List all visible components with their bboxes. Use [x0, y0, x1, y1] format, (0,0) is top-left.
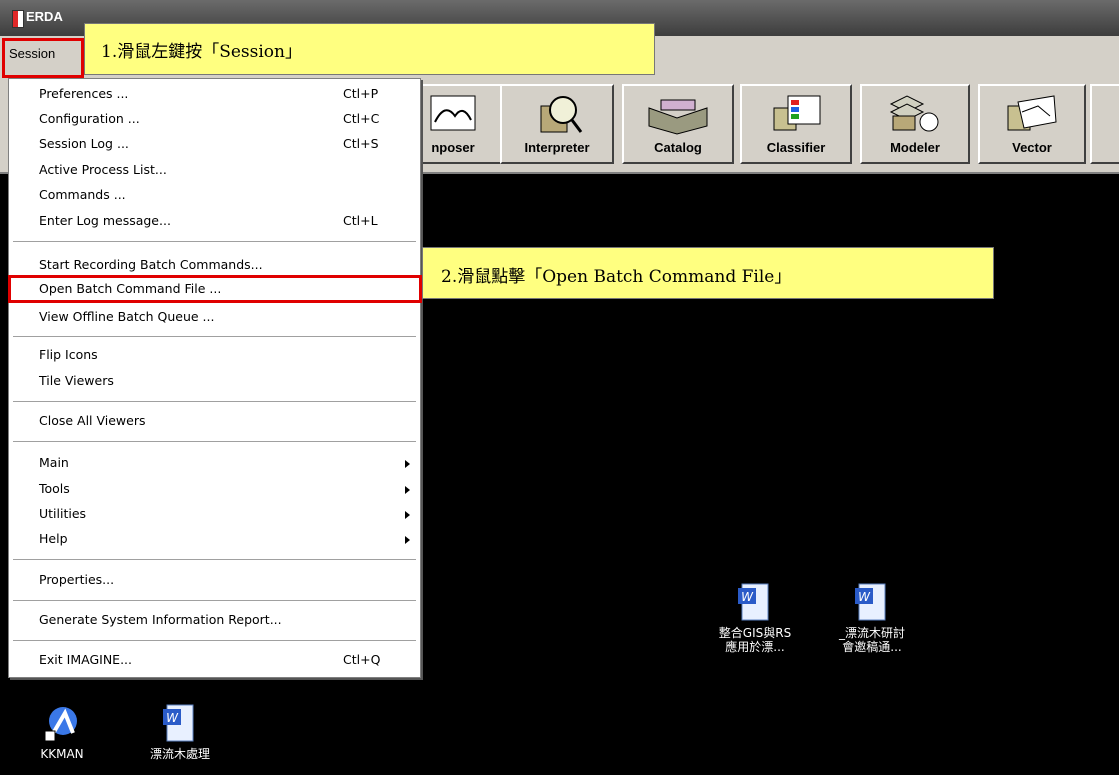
- menu-item-label: Configuration ...: [39, 111, 140, 126]
- menu-item-view-offline-batch-queue[interactable]: View Offline Batch Queue ...: [39, 306, 412, 328]
- menu-item-label: Utilities: [39, 506, 87, 521]
- menu-item-generate-system-report[interactable]: Generate System Information Report...: [39, 609, 412, 631]
- submenu-arrow-icon: [405, 536, 410, 544]
- menu-item-label: Help: [39, 531, 68, 546]
- submenu-arrow-icon: [405, 460, 410, 468]
- desktop-icon-kkman[interactable]: KKMAN: [2, 703, 122, 761]
- callout-step1: 1.滑鼠左鍵按「Session」: [84, 23, 655, 75]
- menu-item-label: Start Recording Batch Commands...: [39, 257, 263, 272]
- menu-item-shortcut: Ctl+Q: [343, 652, 381, 667]
- menu-item-tile-viewers[interactable]: Tile Viewers: [39, 370, 412, 392]
- desktop-icon-gis-rs-doc[interactable]: W 整合GIS與RS 應用於漂...: [695, 582, 815, 654]
- menu-item-label: Generate System Information Report...: [39, 612, 282, 627]
- menu-item-label: Session Log ...: [39, 136, 129, 151]
- vector-button[interactable]: Vector: [978, 84, 1086, 164]
- menu-item-label: Tools: [39, 481, 70, 496]
- menu-item-label: Enter Log message...: [39, 213, 171, 228]
- desktop-icon-label: _漂流木研討: [838, 626, 905, 640]
- composer-icon: [430, 95, 476, 131]
- vector-label: Vector: [1012, 140, 1052, 155]
- menu-item-label: View Offline Batch Queue ...: [39, 309, 215, 324]
- menu-separator: [13, 640, 416, 641]
- word-document-icon: W: [163, 704, 194, 742]
- menu-item-label: Active Process List...: [39, 162, 167, 177]
- menu-item-label: Properties...: [39, 572, 115, 587]
- menu-item-shortcut: Ctl+S: [343, 136, 379, 151]
- menu-item-label: Preferences ...: [39, 86, 129, 101]
- menu-separator: [13, 336, 416, 337]
- desktop-icon-driftwood-seminar-doc[interactable]: W _漂流木研討 會邀稿通...: [812, 582, 932, 654]
- desktop-icon-label: 應用於漂...: [725, 640, 785, 654]
- callout-step2-text: 2.滑鼠點擊「Open Batch Command File」: [441, 267, 792, 287]
- menu-item-flip-icons[interactable]: Flip Icons: [39, 344, 412, 366]
- modeler-button[interactable]: Modeler: [860, 84, 970, 164]
- session-highlight-box: [2, 38, 84, 78]
- desktop-icon-label: 漂流木處理: [149, 747, 210, 761]
- open-batch-highlight-box: [8, 275, 422, 303]
- menu-item-active-process-list[interactable]: Active Process List...: [39, 159, 412, 181]
- interpreter-icon: [540, 96, 583, 133]
- menu-item-label: Tile Viewers: [39, 373, 114, 388]
- modeler-label: Modeler: [890, 140, 940, 155]
- menu-item-start-recording-batch[interactable]: Start Recording Batch Commands...: [39, 254, 412, 276]
- menu-item-session-log[interactable]: Session Log ... Ctl+S: [39, 133, 412, 155]
- menu-separator: [13, 559, 416, 560]
- window-title: ERDA: [26, 9, 63, 24]
- menu-item-label: Close All Viewers: [39, 413, 146, 428]
- catalog-icon: [648, 99, 708, 135]
- interpreter-label: Interpreter: [524, 140, 590, 155]
- callout-step1-text: 1.滑鼠左鍵按「Session」: [101, 42, 302, 62]
- menu-item-properties[interactable]: Properties...: [39, 569, 412, 591]
- kkman-app-icon: [44, 707, 77, 742]
- desktop-icon-label: 會邀稿通...: [842, 640, 902, 654]
- menu-separator: [13, 600, 416, 601]
- menu-item-label: Exit IMAGINE...: [39, 652, 132, 667]
- menu-separator: [13, 241, 416, 242]
- menu-separator: [13, 401, 416, 402]
- submenu-arrow-icon: [405, 511, 410, 519]
- vector-icon: [1007, 95, 1057, 131]
- app-logo-icon: [12, 10, 24, 28]
- menu-item-shortcut: Ctl+P: [343, 86, 379, 101]
- session-dropdown-menu: Preferences ... Ctl+P Configuration ... Ct…: [8, 78, 421, 678]
- menu-item-main[interactable]: Main: [39, 452, 412, 474]
- svg-text:W: W: [741, 590, 754, 604]
- classifier-icon: [773, 95, 821, 131]
- menu-item-label: Main: [39, 455, 69, 470]
- menu-item-commands[interactable]: Commands ...: [39, 184, 412, 206]
- callout-step2: 2.滑鼠點擊「Open Batch Command File」: [422, 247, 994, 299]
- menu-item-preferences[interactable]: Preferences ... Ctl+P: [39, 83, 412, 105]
- catalog-button[interactable]: Catalog: [622, 84, 734, 164]
- svg-text:W: W: [166, 711, 179, 725]
- menu-item-label: Flip Icons: [39, 347, 98, 362]
- submenu-arrow-icon: [405, 486, 410, 494]
- menu-separator: [13, 441, 416, 442]
- menu-item-shortcut: Ctl+C: [343, 111, 380, 126]
- menu-item-tools[interactable]: Tools: [39, 478, 412, 500]
- svg-text:W: W: [858, 590, 871, 604]
- desktop-icon-label: 整合GIS與RS: [718, 626, 792, 640]
- classifier-label: Classifier: [766, 140, 826, 155]
- menu-item-utilities[interactable]: Utilities: [39, 503, 412, 525]
- menu-item-help[interactable]: Help: [39, 528, 412, 550]
- menu-item-close-all-viewers[interactable]: Close All Viewers: [39, 410, 412, 432]
- word-document-icon: W: [855, 583, 886, 621]
- partial-toolbar-button[interactable]: [1090, 84, 1119, 164]
- word-document-icon: W: [738, 583, 769, 621]
- menu-item-configuration[interactable]: Configuration ... Ctl+C: [39, 108, 412, 130]
- modeler-icon: [889, 95, 939, 132]
- menu-item-shortcut: Ctl+L: [343, 213, 378, 228]
- menu-item-label: Commands ...: [39, 187, 126, 202]
- catalog-label: Catalog: [654, 140, 702, 155]
- menu-item-exit-imagine[interactable]: Exit IMAGINE... Ctl+Q: [39, 649, 412, 671]
- classifier-button[interactable]: Classifier: [740, 84, 852, 164]
- desktop-icon-driftwood-processing-doc[interactable]: W 漂流木處理: [120, 703, 240, 761]
- menu-item-enter-log-message[interactable]: Enter Log message... Ctl+L: [39, 210, 412, 232]
- interpreter-button[interactable]: Interpreter: [500, 84, 614, 164]
- desktop-icon-label: KKMAN: [40, 747, 84, 761]
